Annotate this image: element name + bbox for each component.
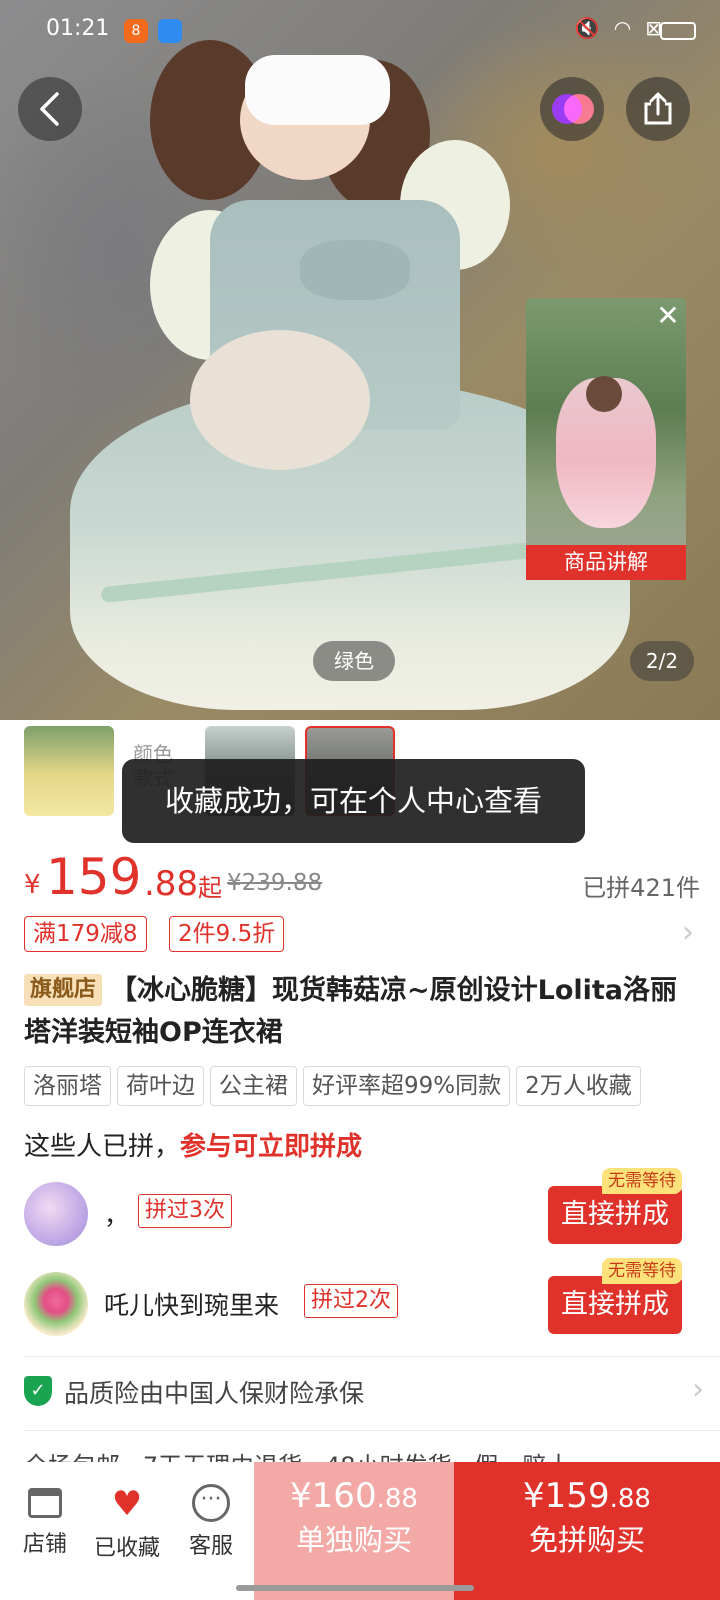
product-tag[interactable]: 洛丽塔 — [24, 1066, 111, 1106]
sold-count: 已拼421件 — [582, 874, 700, 902]
group-row: ， 拼过3次 直接拼成 无需等待 — [24, 1168, 700, 1252]
shield-check-icon: ✓ — [24, 1376, 52, 1406]
wifi-icon: ◠ — [613, 16, 632, 40]
single-price-dec: .88 — [376, 1484, 418, 1514]
product-tag[interactable]: 2万人收藏 — [516, 1066, 641, 1106]
mute-icon: 🔇 — [574, 16, 600, 40]
product-tag[interactable]: 好评率超99%同款 — [303, 1066, 511, 1106]
store-icon — [28, 1488, 62, 1518]
live-icon — [552, 94, 594, 124]
insurance-row[interactable]: ✓ 品质险由中国人保财险承保 › — [24, 1372, 704, 1416]
home-indicator[interactable] — [236, 1585, 474, 1591]
battery-icon — [660, 22, 696, 40]
image-content — [300, 240, 410, 300]
share-button[interactable] — [626, 77, 690, 141]
tags-row: 洛丽塔 荷叶边 公主裙 好评率超99%同款 2万人收藏 — [24, 1066, 720, 1108]
page-indicator: 2/2 — [630, 641, 694, 681]
price-suffix: 起 — [198, 874, 222, 902]
customer-service-button[interactable]: ··· 客服 — [166, 1476, 256, 1576]
buy-single-button[interactable]: ¥160.88 单独购买 — [254, 1462, 454, 1600]
video-explain-label[interactable]: 商品讲解 — [526, 545, 686, 580]
app-notification-icon: 8 — [124, 19, 148, 43]
product-tag[interactable]: 公主裙 — [210, 1066, 297, 1106]
product-video-preview[interactable] — [526, 298, 686, 580]
group-price: ¥159.88 — [454, 1476, 720, 1519]
product-tag[interactable]: 荷叶边 — [117, 1066, 204, 1106]
app-notification-icon — [158, 19, 182, 43]
favorite-button[interactable]: ♥ 已收藏 — [82, 1476, 172, 1576]
close-icon[interactable]: ✕ — [651, 300, 685, 334]
status-icons: 🔇 ◠ ⊠ — [575, 16, 662, 40]
coupon-badge: 2件9.5折 — [169, 916, 285, 952]
shop-label: 店铺 — [22, 1532, 67, 1557]
insurance-text: 品质险由中国人保财险承保 — [64, 1379, 365, 1408]
heart-icon: ♥ — [111, 1484, 143, 1524]
sku-thumbnail[interactable] — [24, 726, 114, 816]
group-count-badge: 拼过2次 — [304, 1284, 398, 1318]
favorite-label: 已收藏 — [93, 1536, 160, 1561]
divider — [24, 1356, 720, 1357]
face-blur — [245, 55, 390, 125]
product-title: 旗舰店 【冰心脆糖】现货韩菇凉~原创设计Lolita洛丽塔洋装短袖OP连衣裙 — [24, 970, 700, 1054]
single-price: ¥160.88 — [254, 1476, 454, 1519]
group-buy-label: 免拼购买 — [528, 1523, 645, 1557]
no-wait-badge: 无需等待 — [602, 1168, 682, 1194]
price-integer: 159 — [46, 848, 142, 906]
bottom-action-bar: 店铺 ♥ 已收藏 ··· 客服 ¥160.88 单独购买 ¥159.88 免拼购… — [0, 1462, 720, 1600]
color-indicator: 绿色 — [313, 641, 395, 681]
group-user-name: ， — [104, 1201, 130, 1230]
join-group-button[interactable]: 直接拼成 — [548, 1276, 682, 1334]
share-icon — [644, 92, 672, 125]
single-price-int: ¥160 — [290, 1476, 377, 1516]
group-count-badge: 拼过3次 — [138, 1194, 232, 1228]
service-label: 客服 — [188, 1534, 233, 1559]
original-price: ¥239.88 — [227, 870, 323, 896]
status-bar: 01:21 8 🔇 ◠ ⊠ — [0, 0, 720, 60]
chevron-right-icon: › — [692, 1372, 704, 1407]
product-title-text: 【冰心脆糖】现货韩菇凉~原创设计Lolita洛丽塔洋装短袖OP连衣裙 — [24, 975, 678, 1048]
coupon-badge: 满179减8 — [24, 916, 147, 952]
price-decimal: .88 — [144, 864, 199, 904]
group-user-name: 吒儿快到琬里来 — [104, 1291, 280, 1320]
group-price-dec: .88 — [609, 1484, 651, 1514]
back-button[interactable] — [18, 77, 82, 141]
group-heading-highlight: 参与可立即拼成 — [180, 1132, 363, 1162]
group-heading: 这些人已拼，参与可立即拼成 — [24, 1126, 362, 1163]
status-time: 01:21 — [46, 16, 110, 41]
avatar — [24, 1272, 88, 1336]
divider — [24, 1430, 720, 1431]
currency-symbol: ¥ — [24, 870, 41, 900]
group-price-int: ¥159 — [523, 1476, 610, 1516]
live-button[interactable] — [540, 77, 604, 141]
shop-tag: 旗舰店 — [24, 974, 103, 1006]
join-group-button[interactable]: 直接拼成 — [548, 1186, 682, 1244]
buy-group-button[interactable]: ¥159.88 免拼购买 — [454, 1462, 720, 1600]
no-wait-badge: 无需等待 — [602, 1258, 682, 1284]
price-row: ¥ 159 .88 起 ¥239.88 已拼421件 — [24, 848, 700, 908]
toast-message: 收藏成功，可在个人中心查看 — [122, 759, 585, 843]
group-heading-prefix: 这些人已拼， — [24, 1132, 181, 1162]
avatar — [24, 1182, 88, 1246]
image-content — [190, 330, 370, 470]
chat-icon: ··· — [192, 1484, 230, 1522]
single-buy-label: 单独购买 — [295, 1523, 412, 1557]
chevron-right-icon: › — [682, 915, 694, 950]
image-content — [586, 376, 622, 412]
chevron-left-icon — [40, 92, 59, 126]
coupon-row[interactable]: 满179减8 2件9.5折 › — [24, 916, 700, 954]
group-row: 吒儿快到琬里来 拼过2次 直接拼成 无需等待 — [24, 1258, 700, 1342]
shop-button[interactable]: 店铺 — [0, 1476, 90, 1576]
